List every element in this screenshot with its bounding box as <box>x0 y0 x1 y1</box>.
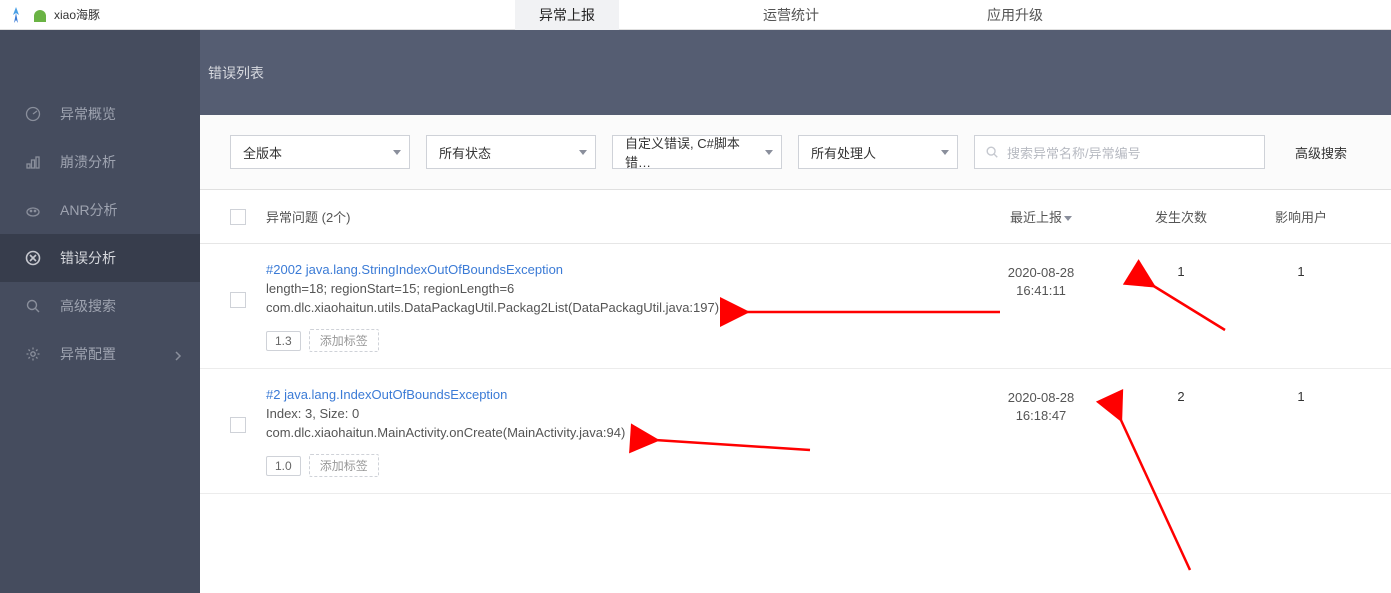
row-main: #2002 java.lang.StringIndexOutOfBoundsEx… <box>266 262 961 352</box>
crash-icon <box>24 153 42 171</box>
android-icon <box>34 10 46 22</box>
sub-header: 错误列表 <box>200 30 1391 115</box>
filter-version[interactable]: 全版本 <box>230 135 410 169</box>
sidebar-item-label: 高级搜索 <box>60 296 116 316</box>
cell-time-value: 16:41:11 <box>961 282 1121 300</box>
table-row: #2 java.lang.IndexOutOfBoundsException I… <box>200 369 1391 494</box>
cell-time: 2020-08-28 16:18:47 <box>961 387 1121 477</box>
filter-assignee[interactable]: 所有处理人 <box>798 135 958 169</box>
app-name: xiao海豚 <box>54 6 100 23</box>
page-title: 错误列表 <box>208 63 264 83</box>
sidebar-item-label: 错误分析 <box>60 248 116 268</box>
table-row: #2002 java.lang.StringIndexOutOfBoundsEx… <box>200 244 1391 369</box>
caret-down-icon <box>941 150 949 155</box>
app-logo-icon <box>6 5 26 25</box>
issue-link[interactable]: #2002 java.lang.StringIndexOutOfBoundsEx… <box>266 262 563 277</box>
filter-error-type-value: 自定义错误, C#脚本错… <box>625 133 755 171</box>
anr-icon <box>24 201 42 219</box>
gear-icon <box>24 345 42 363</box>
filter-error-type[interactable]: 自定义错误, C#脚本错… <box>612 135 782 169</box>
sidebar-item-crash[interactable]: 崩溃分析 <box>0 138 200 186</box>
cell-time-value: 16:18:47 <box>961 407 1121 425</box>
sort-desc-icon <box>1064 216 1072 221</box>
table-header: 异常问题 (2个) 最近上报 发生次数 影响用户 <box>200 190 1391 244</box>
sidebar-item-label: 异常概览 <box>60 104 116 124</box>
select-all-checkbox[interactable] <box>230 209 246 225</box>
cell-users: 1 <box>1241 387 1361 477</box>
issue-link[interactable]: #2 java.lang.IndexOutOfBoundsException <box>266 387 507 402</box>
caret-down-icon <box>765 150 773 155</box>
issue-detail-1: Index: 3, Size: 0 <box>266 406 961 421</box>
search-icon <box>985 145 999 159</box>
col-header-title: 异常问题 (2个) <box>266 207 961 226</box>
tab-crash-report[interactable]: 异常上报 <box>515 0 619 30</box>
filter-assignee-value: 所有处理人 <box>811 143 876 162</box>
sidebar-menu: 异常概览 崩溃分析 ANR分析 错误分析 高级搜索 异常配置 <box>0 30 200 378</box>
sidebar: xiao海豚 异常概览 崩溃分析 ANR分析 错误分析 高级搜索 异常配置 <box>0 0 200 593</box>
row-main: #2 java.lang.IndexOutOfBoundsException I… <box>266 387 961 477</box>
row-checkbox[interactable] <box>230 417 246 433</box>
cell-date: 2020-08-28 <box>961 389 1121 407</box>
filter-version-value: 全版本 <box>243 143 282 162</box>
dashboard-icon <box>24 105 42 123</box>
sidebar-item-error[interactable]: 错误分析 <box>0 234 200 282</box>
tab-app-upgrade[interactable]: 应用升级 <box>963 0 1067 30</box>
cell-count: 1 <box>1121 262 1241 352</box>
row-checkbox[interactable] <box>230 292 246 308</box>
table-body: #2002 java.lang.StringIndexOutOfBoundsEx… <box>200 244 1391 494</box>
col-header-users[interactable]: 影响用户 <box>1241 207 1361 226</box>
sidebar-item-search[interactable]: 高级搜索 <box>0 282 200 330</box>
sidebar-item-label: 崩溃分析 <box>60 152 116 172</box>
cell-users: 1 <box>1241 262 1361 352</box>
advanced-search-link[interactable]: 高级搜索 <box>1281 135 1361 169</box>
sidebar-item-label: ANR分析 <box>60 200 118 220</box>
chevron-right-icon <box>174 348 182 364</box>
caret-down-icon <box>579 150 587 155</box>
filter-status[interactable]: 所有状态 <box>426 135 596 169</box>
sidebar-item-anr[interactable]: ANR分析 <box>0 186 200 234</box>
search-icon <box>24 297 42 315</box>
version-badge: 1.3 <box>266 331 301 351</box>
cell-time: 2020-08-28 16:41:11 <box>961 262 1121 352</box>
tab-ops-stats[interactable]: 运营统计 <box>739 0 843 30</box>
col-header-time-label: 最近上报 <box>1010 210 1062 225</box>
add-tag-button[interactable]: 添加标签 <box>309 329 379 352</box>
top-nav: 异常上报 运营统计 应用升级 <box>200 0 1391 30</box>
search-placeholder: 搜索异常名称/异常编号 <box>1007 143 1141 162</box>
cell-count: 2 <box>1121 387 1241 477</box>
filters-bar: 全版本 所有状态 自定义错误, C#脚本错… 所有处理人 搜索异常名称/异常编号… <box>200 115 1391 190</box>
version-badge: 1.0 <box>266 456 301 476</box>
issue-detail-2: com.dlc.xiaohaitun.utils.DataPackagUtil.… <box>266 300 961 315</box>
sidebar-item-overview[interactable]: 异常概览 <box>0 90 200 138</box>
col-header-count[interactable]: 发生次数 <box>1121 207 1241 226</box>
add-tag-button[interactable]: 添加标签 <box>309 454 379 477</box>
col-header-time[interactable]: 最近上报 <box>961 207 1121 226</box>
filter-status-value: 所有状态 <box>439 143 491 162</box>
error-icon <box>24 249 42 267</box>
search-input[interactable]: 搜索异常名称/异常编号 <box>974 135 1265 169</box>
issue-detail-1: length=18; regionStart=15; regionLength=… <box>266 281 961 296</box>
cell-date: 2020-08-28 <box>961 264 1121 282</box>
sidebar-item-config[interactable]: 异常配置 <box>0 330 200 378</box>
issue-detail-2: com.dlc.xiaohaitun.MainActivity.onCreate… <box>266 425 961 440</box>
caret-down-icon <box>393 150 401 155</box>
sidebar-top: xiao海豚 <box>0 0 200 30</box>
sidebar-item-label: 异常配置 <box>60 344 116 364</box>
